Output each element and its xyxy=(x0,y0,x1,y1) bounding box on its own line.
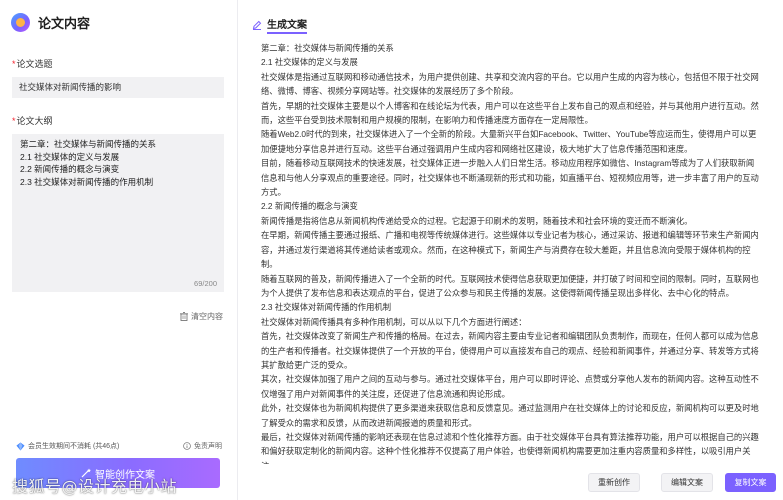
diamond-icon xyxy=(16,441,25,451)
copy-text-button[interactable]: 复制文案 xyxy=(725,473,776,492)
article-paragraph: 首先，早期的社交媒体主要是以个人博客和在线论坛为代表，用户可以在这些平台上发布自… xyxy=(261,100,759,126)
topic-input[interactable]: 社交媒体对新闻传播的影响 xyxy=(12,77,224,98)
article-subheading: 2.1 社交媒体的定义与发展 xyxy=(261,57,358,68)
app-title: 论文内容 xyxy=(38,16,91,31)
outline-line: 2.1 社交媒体的定义与发展 xyxy=(20,151,120,162)
member-note: 会员生效期间不消耗 (共46点) xyxy=(16,441,119,451)
edit-pen-icon xyxy=(252,20,262,30)
generated-article: 第二章：社交媒体与新闻传播的关系 2.1 社交媒体的定义与发展 社交媒体是指通过… xyxy=(261,41,761,465)
article-paragraph: 社交媒体是指通过互联网和移动通信技术，为用户提供创建、共享和交流内容的平台。它以… xyxy=(261,71,759,97)
article-paragraph: 随着Web2.0时代的到来，社交媒体进入了一个全新的阶段。大量新兴平台如Face… xyxy=(261,129,757,154)
outline-line: 2.3 社交媒体对新闻传播的作用机制 xyxy=(20,176,154,187)
generate-button[interactable]: 智能创作文案 xyxy=(16,458,220,488)
article-paragraph: 社交媒体对新闻传播具有多种作用机制，可以从以下几个方面进行阐述： xyxy=(261,316,527,327)
outline-label: *论文大纲 xyxy=(12,116,53,126)
outline-textarea[interactable]: 第二章：社交媒体与新闻传播的关系 2.1 社交媒体的定义与发展 2.2 新闻传播… xyxy=(12,134,224,292)
article-subheading: 2.2 新闻传播的概念与演变 xyxy=(261,201,358,212)
article-heading: 第二章：社交媒体与新闻传播的关系 xyxy=(261,43,394,53)
trash-icon xyxy=(180,312,188,321)
info-circle-icon xyxy=(183,442,191,450)
clear-content-button[interactable]: 清空内容 xyxy=(180,311,223,322)
result-title: 生成文案 xyxy=(267,16,307,34)
article-subheading: 2.3 社交媒体对新闻传播的作用机制 xyxy=(261,302,391,313)
magic-wand-icon xyxy=(81,468,91,478)
outline-line: 第二章：社交媒体与新闻传播的关系 xyxy=(20,139,157,149)
brand-header: 论文内容 xyxy=(11,13,90,32)
edit-text-button[interactable]: 编辑文案 xyxy=(661,473,713,492)
outline-char-count: 69/200 xyxy=(194,279,217,288)
outline-line: 2.2 新闻传播的概念与演变 xyxy=(20,164,120,174)
article-paragraph: 在早期，新闻传播主要通过报纸、广播和电视等传统媒体进行。这些媒体以专业记者为核心… xyxy=(261,230,759,270)
result-header: 生成文案 xyxy=(252,16,307,34)
article-paragraph: 新闻传播是指将信息从新闻机构传递给受众的过程。它起源于印刷术的发明，随着技术和社… xyxy=(261,215,693,226)
required-asterisk: * xyxy=(12,116,16,126)
article-paragraph: 首先，社交媒体改变了新闻生产和传播的格局。在过去，新闻内容主要由专业记者和编辑团… xyxy=(261,331,759,370)
regenerate-button[interactable]: 重新创作 xyxy=(588,473,640,492)
topic-label: *论文选题 xyxy=(12,59,53,69)
article-paragraph: 目前，随着移动互联网技术的快速发展，社交媒体正进一步融入人们日常生活。移动应用程… xyxy=(261,158,759,198)
article-paragraph: 最后，社交媒体对新闻传播的影响还表现在信息过滤和个性化推荐方面。由于社交媒体平台… xyxy=(261,431,759,465)
left-panel: 论文内容 *论文选题 社交媒体对新闻传播的影响 *论文大纲 第二章：社交媒体与新… xyxy=(0,0,238,500)
action-bar: 重新创作 编辑文案 复制文案 xyxy=(239,464,783,500)
article-paragraph: 随着互联网的普及，新闻传播进入了一个全新的时代。互联网技术使得信息获取更加便捷，… xyxy=(261,273,759,298)
app-logo-icon xyxy=(11,13,30,32)
required-asterisk: * xyxy=(12,59,16,69)
disclaimer-link[interactable]: 免责声明 xyxy=(183,441,222,451)
right-panel: 生成文案 第二章：社交媒体与新闻传播的关系 2.1 社交媒体的定义与发展 社交媒… xyxy=(239,0,783,500)
article-paragraph: 此外，社交媒体也为新闻机构提供了更多渠道来获取信息和反馈意见。通过监测用户在社交… xyxy=(261,403,759,428)
article-paragraph: 其次，社交媒体加强了用户之间的互动与参与。通过社交媒体平台，用户可以即时评论、点… xyxy=(261,374,759,399)
